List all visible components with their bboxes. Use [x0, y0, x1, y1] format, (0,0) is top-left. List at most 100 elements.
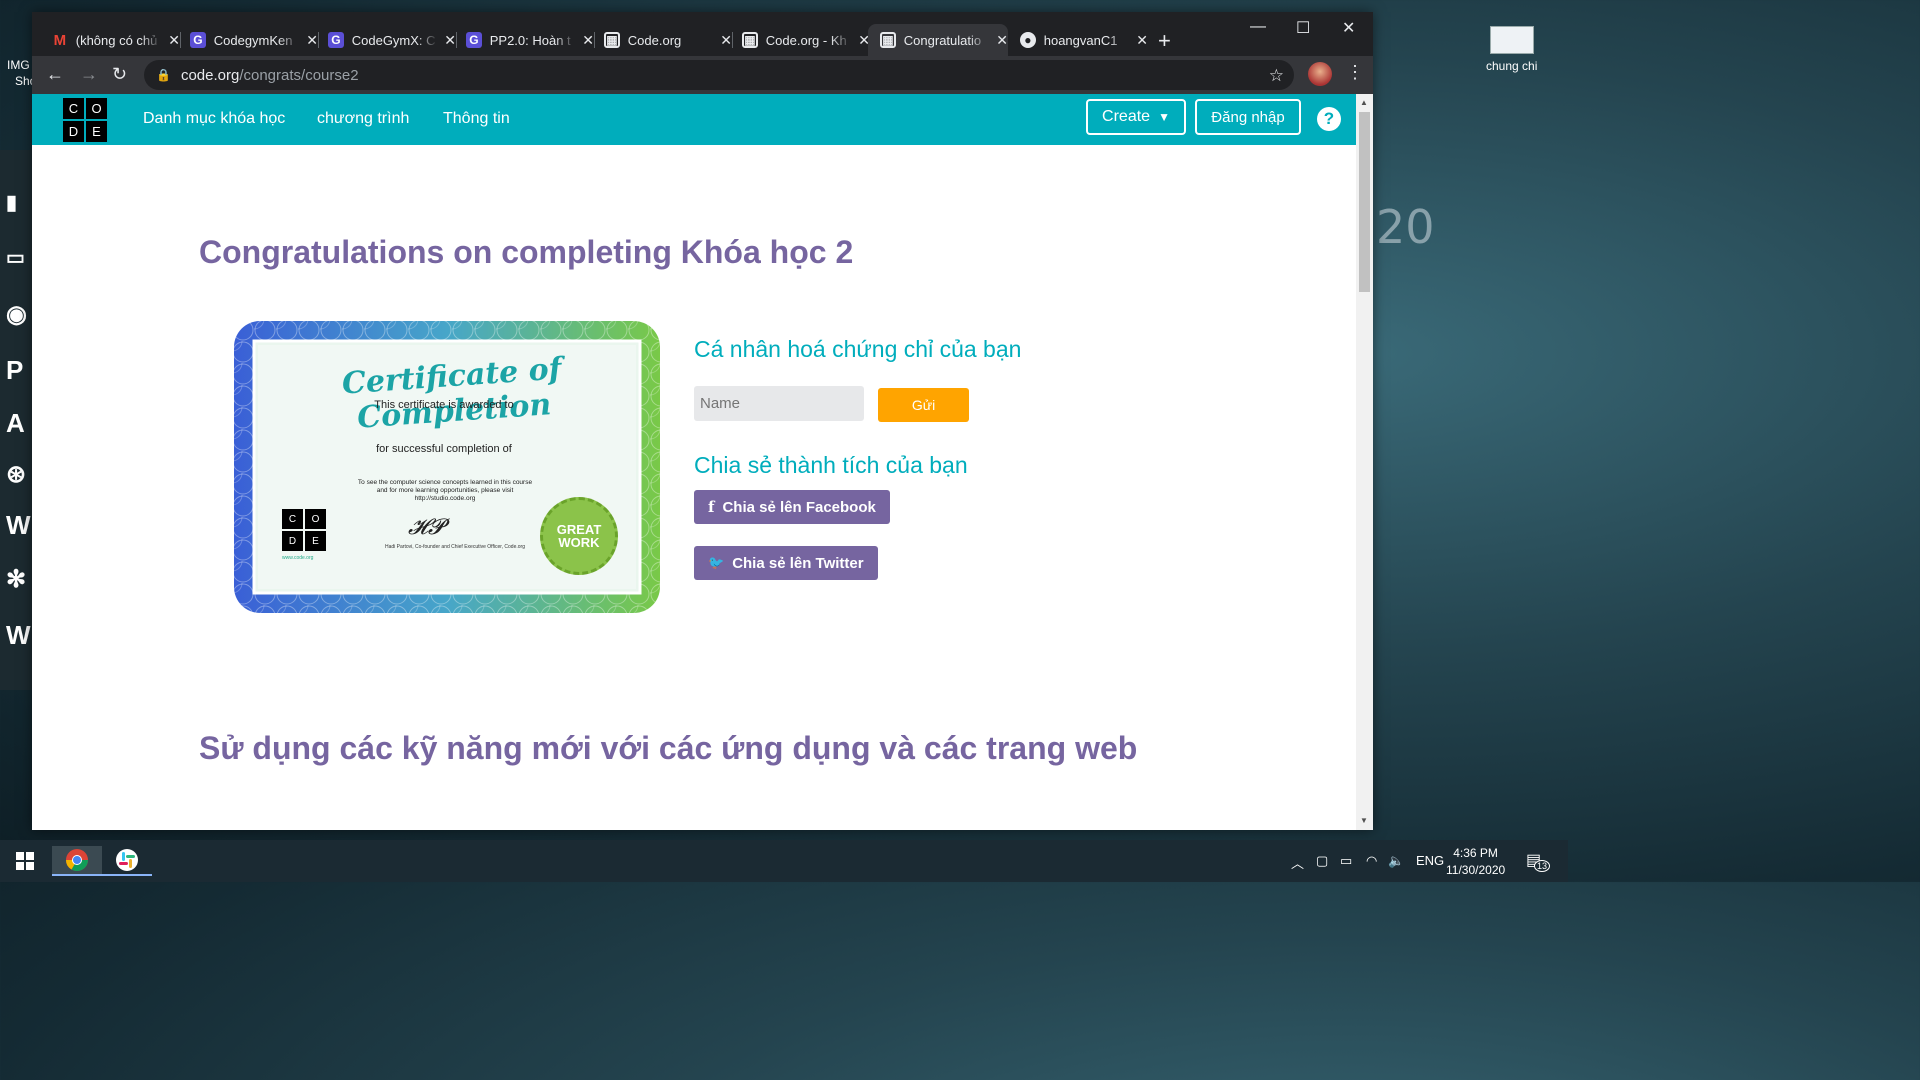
windows-start-icon[interactable]: [0, 846, 50, 876]
minimize-button[interactable]: —: [1250, 18, 1266, 36]
tab-github[interactable]: ● hoangvanC1 ✕: [1008, 24, 1148, 56]
close-icon[interactable]: ✕: [1136, 32, 1148, 49]
site-header: C O D E Danh mục khóa học chương trình T…: [32, 94, 1356, 145]
new-tab-button[interactable]: +: [1158, 28, 1171, 54]
address-bar[interactable]: 🔒 code.org/congrats/course2 ☆: [144, 60, 1294, 90]
folder-icon[interactable]: ▭: [6, 245, 32, 275]
desktop-icon-label[interactable]: chung chi: [1486, 59, 1537, 73]
word-icon[interactable]: W: [6, 510, 32, 540]
logo-letter: E: [86, 121, 107, 142]
tab-codeorg[interactable]: ▦ Code.org ✕: [592, 24, 732, 56]
tab-title: CodegymKen: [213, 32, 293, 48]
small-print-line: http://studio.code.org: [414, 495, 476, 502]
page-viewport: C O D E Danh mục khóa học chương trình T…: [32, 94, 1373, 830]
tab-codegymx[interactable]: G CodeGymX: C ✕: [316, 24, 456, 56]
swirl-icon[interactable]: ⊛: [6, 460, 32, 490]
app-a-icon[interactable]: A: [6, 408, 32, 438]
certificate-awarded-text: This certificate is awarded to: [374, 399, 514, 411]
reload-button[interactable]: ↻: [112, 64, 127, 85]
tab-codeorg-2[interactable]: ▦ Code.org - Kh ✕: [730, 24, 870, 56]
submit-button[interactable]: Gửi: [878, 388, 969, 422]
scrollbar[interactable]: ▲ ▼: [1356, 94, 1373, 830]
scroll-up-icon[interactable]: ▲: [1360, 98, 1368, 107]
tab-congratulations[interactable]: ▦ Congratulatio ✕: [868, 24, 1008, 56]
certificate-site: www.code.org: [282, 555, 314, 561]
close-window-button[interactable]: ✕: [1342, 18, 1355, 38]
nav-course-catalog[interactable]: Danh mục khóa học: [143, 110, 285, 128]
logo-letter: D: [63, 121, 84, 142]
logo-letter: E: [305, 531, 326, 551]
forward-button[interactable]: →: [80, 64, 98, 85]
clock[interactable]: 4:36 PM 11/30/2020: [1446, 845, 1505, 879]
logo-letter: C: [63, 98, 84, 119]
share-title: Chia sẻ thành tích của bạn: [694, 452, 968, 478]
battery-icon[interactable]: ▭: [1340, 853, 1352, 869]
bookmark-star-icon[interactable]: ☆: [1269, 66, 1284, 86]
tab-gmail[interactable]: M (không có chủ ✕: [40, 24, 180, 56]
tab-pp2[interactable]: G PP2.0: Hoàn t ✕: [454, 24, 594, 56]
share-twitter-button[interactable]: 🐦 Chia sẻ lên Twitter: [694, 546, 878, 580]
codegym-icon: G: [328, 32, 344, 48]
small-print-line: To see the computer science concepts lea…: [357, 479, 533, 486]
certificate-completion-text: for successful completion of: [376, 443, 512, 455]
login-button[interactable]: Đăng nhập: [1195, 99, 1301, 135]
tab-title: PP2.0: Hoàn t: [489, 32, 571, 48]
desktop-pinned-strip: ▮ ▭ ◉ P A ⊛ W ✻ W: [0, 150, 32, 690]
tab-title: Code.org - Kh: [765, 32, 847, 48]
codeorg-logo[interactable]: C O D E: [63, 98, 107, 142]
close-icon[interactable]: ✕: [996, 32, 1008, 49]
show-hidden-icons-icon[interactable]: ︿: [1291, 853, 1304, 872]
nav-program[interactable]: chương trình: [317, 110, 409, 128]
codeorg-icon: ▦: [604, 32, 620, 48]
share-facebook-button[interactable]: f Chia sẻ lên Facebook: [694, 490, 890, 524]
share-twitter-label: Chia sẻ lên Twitter: [732, 554, 864, 572]
create-label: Create: [1102, 108, 1151, 125]
wifi-icon[interactable]: ◠: [1366, 853, 1377, 869]
menu-kebab-icon[interactable]: ⋮: [1346, 62, 1364, 83]
create-button[interactable]: Create ▼: [1086, 99, 1186, 135]
twitter-icon: 🐦: [708, 555, 725, 570]
url-path: /congrats/course2: [239, 66, 359, 84]
maximize-button[interactable]: ☐: [1296, 18, 1310, 38]
certificate-logo: C O D E: [282, 509, 326, 551]
app-icon[interactable]: ▮: [6, 190, 32, 220]
chrome-taskbar-icon[interactable]: [52, 846, 102, 876]
taskbar: ︿ ▢ ▭ ◠ 🔈 ENG 4:36 PM 11/30/2020 ▤ 13: [0, 840, 1568, 882]
file-thumbnail-icon[interactable]: [1490, 26, 1534, 54]
lock-icon[interactable]: 🔒: [156, 68, 171, 82]
word-doc-icon[interactable]: W: [6, 620, 32, 650]
great-work-badge: GREAT WORK: [540, 497, 618, 575]
codegym-icon: G: [190, 32, 206, 48]
clock-date: 11/30/2020: [1446, 863, 1506, 877]
logo-letter: O: [86, 98, 107, 119]
volume-icon[interactable]: 🔈: [1388, 853, 1404, 869]
language-indicator[interactable]: ENG: [1416, 853, 1444, 868]
tab-title: (không có chủ: [75, 32, 158, 48]
notifications-icon[interactable]: ▤ 13: [1526, 850, 1551, 872]
tab-title: CodeGymX: C: [351, 32, 436, 48]
certificate-small-print: To see the computer science concepts lea…: [322, 479, 568, 503]
logo-letter: C: [282, 509, 303, 529]
name-input[interactable]: [694, 386, 864, 421]
back-button[interactable]: ←: [46, 64, 64, 85]
chrome-icon[interactable]: ◉: [6, 300, 32, 330]
slack-taskbar-icon[interactable]: [102, 846, 152, 876]
github-icon: ●: [1020, 32, 1036, 48]
profile-avatar[interactable]: [1308, 62, 1332, 86]
browser-window: M (không có chủ ✕ G CodegymKen ✕ G CodeG…: [32, 12, 1373, 830]
small-print-line: and for more learning opportunities, ple…: [376, 487, 514, 494]
tab-strip: M (không có chủ ✕ G CodegymKen ✕ G CodeG…: [32, 12, 1373, 56]
signature: 𝓗𝓟: [408, 515, 444, 540]
certificate-image: Certificate of Completion This certifica…: [232, 319, 662, 620]
scroll-thumb[interactable]: [1359, 112, 1370, 292]
meet-now-icon[interactable]: ▢: [1316, 853, 1328, 869]
page-title: Congratulations on completing Khóa học 2: [199, 234, 854, 270]
codegym-icon: G: [466, 32, 482, 48]
slack-icon[interactable]: ✻: [6, 565, 32, 595]
desktop-icon-label[interactable]: IMG: [7, 58, 30, 72]
nav-about[interactable]: Thông tin: [443, 110, 510, 128]
scroll-down-icon[interactable]: ▼: [1360, 816, 1368, 825]
photoshop-icon[interactable]: P: [6, 355, 32, 385]
help-icon[interactable]: ?: [1317, 107, 1341, 131]
tab-codegymken[interactable]: G CodegymKen ✕: [178, 24, 318, 56]
